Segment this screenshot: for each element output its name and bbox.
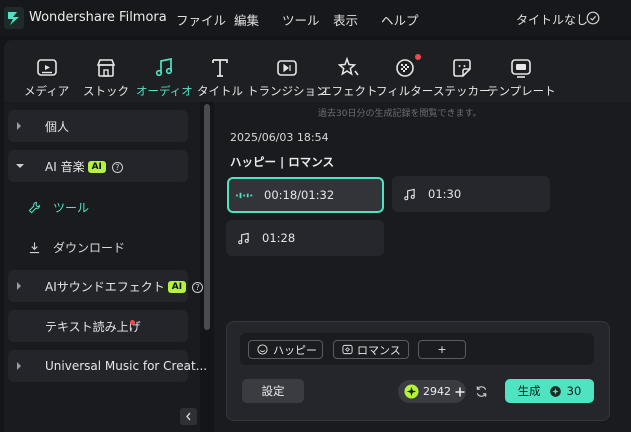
ai-badge: AI [167,281,187,293]
generation-timestamp: 2025/06/03 18:54 [230,131,329,144]
asset-toolbar: メディア ストック オーディオ タイトル トランジション エフェクト フィルター… [4,40,631,102]
tag-romance[interactable]: ロマンス [333,340,409,359]
chevron-down-icon [16,164,24,168]
chevron-left-icon [186,412,191,421]
chevron-right-icon [17,362,21,370]
track-time: 00:18/01:32 [264,188,335,202]
title-bar: Wondershare Filmora ファイル 編集 ツール 表示 ヘルプ タ… [0,0,631,36]
history-notice: 過去30日分の生成記録を閲覧できます。 [318,109,482,119]
effects-star-icon [337,56,359,76]
theme-icon [342,344,353,355]
sticker-icon [452,59,471,77]
music-note-icon [238,232,249,244]
app-title: Wondershare Filmora [29,10,167,25]
generate-button[interactable]: 生成 30 [505,379,594,403]
tab-templates[interactable]: テンプレート [487,56,556,99]
stock-icon [96,59,116,77]
add-tag-button[interactable]: + [418,340,466,359]
collapse-sidebar-button[interactable] [180,408,197,425]
download-icon [29,242,40,254]
cloud-check-icon[interactable] [586,11,600,25]
credits-icon [549,385,561,397]
transition-icon [277,60,298,76]
sidebar-item-text-to-speech[interactable]: テキスト読み上げ [8,310,188,342]
tab-titles[interactable]: タイトル [197,56,243,99]
wrench-icon [28,201,41,214]
ai-sound-effects-label: AIサウンドエフェクト [45,279,165,294]
sidebar-item-ai-sound-effects[interactable]: AIサウンドエフェクト AI? [8,270,204,302]
sidebar-item-tools[interactable]: ツール [28,199,89,216]
tab-media[interactable]: メディア [24,56,69,99]
tab-effects[interactable]: エフェクト [320,56,378,99]
music-note-icon [404,188,415,200]
menu-tools[interactable]: ツール [282,10,320,29]
tab-stock[interactable]: ストック [83,56,129,99]
filter-icon [395,59,414,77]
track-card-1[interactable]: 00:18/01:32 [227,177,384,213]
plus-icon [455,387,465,396]
audio-sidebar: 個人 AI 音楽 AI? ツール ダウンロード AIサウンドエフェクト AI? テキ… [4,102,207,432]
track-card-2[interactable]: 01:30 [392,176,550,212]
ai-badge: AI [87,161,106,173]
media-icon [36,59,57,76]
chevron-right-icon [17,122,21,130]
sidebar-item-ai-music[interactable]: AI 音楽 AI? [8,150,188,182]
credits-icon [404,384,419,399]
menu-file[interactable]: ファイル [176,10,226,29]
refresh-icon[interactable] [475,385,488,398]
credits-pill[interactable]: 2942 [398,380,466,403]
settings-button[interactable]: 設定 [242,379,304,403]
menu-help[interactable]: ヘルプ [381,10,419,29]
track-duration: 01:30 [428,187,462,201]
ai-music-label: AI 音楽 [45,159,85,174]
generation-group-title: ハッピー | ロマンス [230,155,334,169]
sidebar-item-personal[interactable]: 個人 [8,110,188,142]
filter-notification-badge [415,54,421,60]
project-title[interactable]: タイトルなし [516,11,588,28]
tts-notification-badge [130,320,135,325]
tag-happy[interactable]: ハッピー [248,340,323,359]
filmora-logo-icon [4,7,24,29]
waveform-icon [236,192,253,198]
tab-stickers[interactable]: ステッカー [433,56,491,99]
help-icon[interactable]: ? [111,161,123,173]
music-note-icon [156,57,173,77]
tab-transitions[interactable]: トランジション [247,56,328,99]
track-duration: 01:28 [262,231,296,245]
credits-count: 2942 [423,385,451,398]
tab-audio[interactable]: オーディオ [136,56,193,99]
tab-filters[interactable]: フィルター [376,56,433,99]
menu-edit[interactable]: 編集 [234,10,259,29]
template-icon [511,59,532,78]
sidebar-item-download[interactable]: ダウンロード [28,239,125,256]
menu-view[interactable]: 表示 [333,10,358,29]
help-icon[interactable]: ? [192,281,204,293]
track-card-3[interactable]: 01:28 [226,220,384,256]
smile-icon [257,344,268,355]
sidebar-scrollbar[interactable] [204,104,210,330]
sidebar-item-universal-music[interactable]: Universal Music for Creat... [8,350,207,382]
chevron-right-icon [17,282,21,290]
title-text-icon [212,59,228,77]
